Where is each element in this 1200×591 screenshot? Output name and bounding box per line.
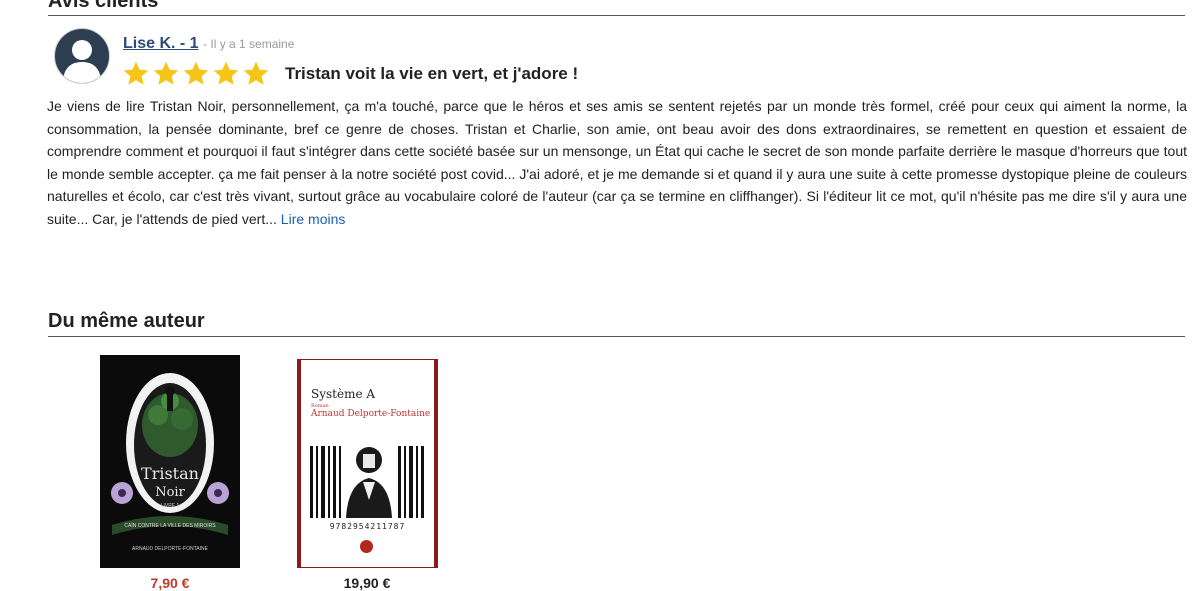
same-author-section-title: Du même auteur bbox=[48, 310, 205, 332]
cover-title: Système A bbox=[311, 387, 376, 401]
book-card-systeme-a[interactable]: Système A Roman Arnaud Delporte-Fontaine… bbox=[297, 359, 438, 591]
star-icon bbox=[123, 61, 149, 85]
section-divider bbox=[48, 15, 1185, 16]
cover-title-line2: Noir bbox=[155, 485, 185, 500]
star-icon bbox=[243, 61, 269, 85]
star-icon bbox=[183, 61, 209, 85]
star-icon bbox=[213, 61, 239, 85]
star-rating bbox=[122, 60, 270, 87]
cover-title-line1: Tristan bbox=[141, 464, 199, 483]
read-less-link[interactable]: Lire moins bbox=[281, 211, 346, 227]
review-author-link[interactable]: Lise K. - 1 bbox=[123, 35, 199, 52]
barcode-portrait-image bbox=[310, 446, 424, 518]
reviews-section-title: Avis clients bbox=[48, 0, 159, 12]
section-divider bbox=[48, 336, 1185, 337]
cover-volume: LIVRE 1 bbox=[161, 503, 180, 509]
star-icon bbox=[153, 61, 179, 85]
book-cover-tristan-noir[interactable]: Tristan Noir LIVRE 1 CAÏN CONTRE LA VILL… bbox=[100, 355, 240, 568]
cover-author: Arnaud Delporte-Fontaine bbox=[311, 409, 431, 419]
book-price: 19,90 € bbox=[343, 575, 391, 591]
avatar bbox=[54, 28, 110, 84]
cover-isbn: 9782954211787 bbox=[329, 522, 406, 531]
review-text: Je viens de lire Tristan Noir, personnel… bbox=[47, 98, 1187, 227]
publisher-logo-icon bbox=[360, 540, 373, 553]
review-title: Tristan voit la vie en vert, et j'adore … bbox=[285, 64, 579, 83]
cover-banner: CAÏN CONTRE LA VILLE DES MIROIRS bbox=[124, 522, 216, 529]
cover-author: ARNAUD DELPORTE-FONTAINE bbox=[132, 546, 209, 552]
book-price: 7,90 € bbox=[150, 575, 190, 591]
review-body: Je viens de lire Tristan Noir, personnel… bbox=[47, 95, 1187, 231]
book-card-tristan-noir[interactable]: Tristan Noir LIVRE 1 CAÏN CONTRE LA VILL… bbox=[100, 355, 240, 591]
book-cover-systeme-a[interactable]: Système A Roman Arnaud Delporte-Fontaine… bbox=[297, 359, 438, 568]
user-silhouette-icon bbox=[63, 40, 101, 83]
review-meta: Lise K. - 1 - Il y a 1 semaine bbox=[123, 35, 294, 53]
review-date: - Il y a 1 semaine bbox=[203, 37, 295, 51]
